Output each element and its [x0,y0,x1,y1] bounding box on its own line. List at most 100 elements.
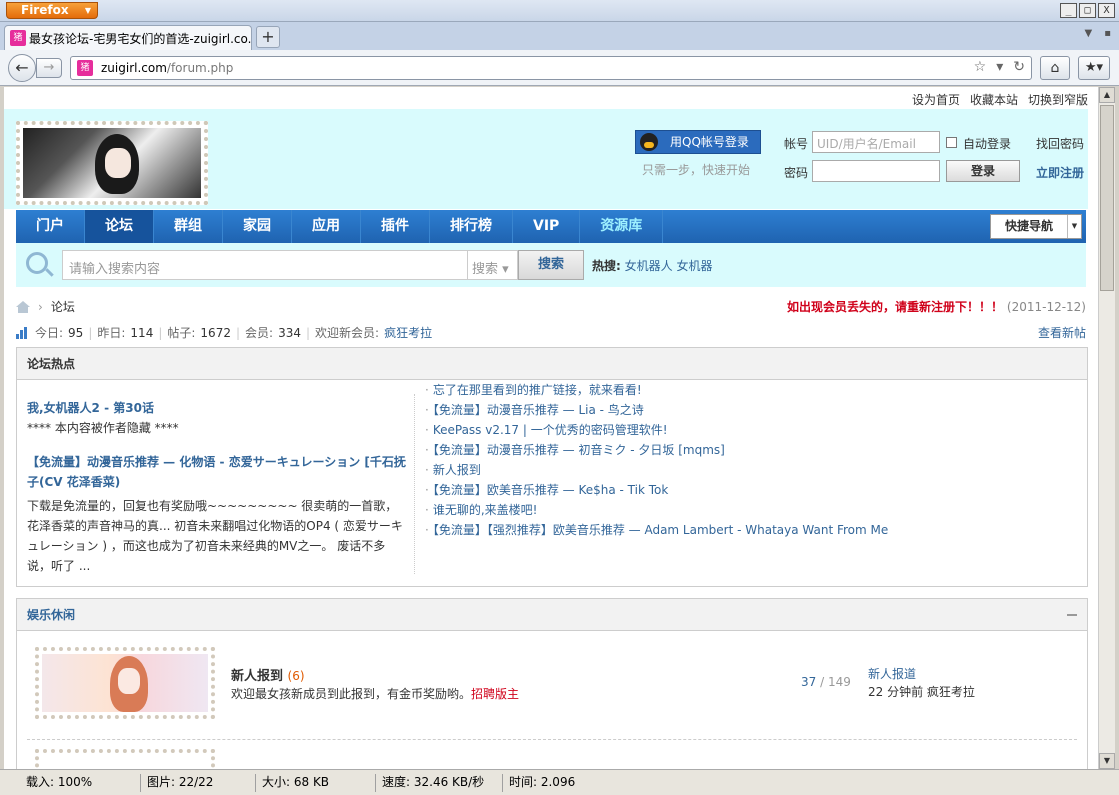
featured-title[interactable]: 我,女机器人2 - 第30话 [27,398,407,418]
stat-posts-label: 帖子: [167,326,196,340]
password-label: 密码 [784,166,809,180]
search-input[interactable]: 请输入搜索内容 [62,250,468,280]
featured-title[interactable]: 【免流量】动漫音乐推荐 — 化物语 - 恋爱サーキュレーション [千石抚子(CV… [27,452,407,492]
window-controls: _ □ X [1060,3,1115,18]
hot-topic-link[interactable]: 新人报到 [425,460,888,480]
home-icon[interactable] [16,300,30,313]
scroll-thumb[interactable] [1100,105,1114,291]
stat-members: 334 [278,325,301,340]
forum-row: 新人报到 (6) 欢迎最女孩新成员到此报到，有金币奖励哟。招聘版主 37 / 1… [17,639,1087,735]
status-speed: 速度: 32.46 KB/秒 [375,774,484,792]
hot-topics-list: 忘了在那里看到的推广链接，就来看看! 【免流量】动漫音乐推荐 — Lia - 鸟… [425,380,888,540]
window-list-icon[interactable]: ▪ [1104,28,1111,39]
nav-forum[interactable]: 论坛 [85,210,154,243]
login-button[interactable]: 登录 [946,160,1020,182]
search-type-label: 搜索 [472,262,499,277]
search-button[interactable]: 搜索 [518,250,584,280]
hot-topic-link[interactable]: 【免流量】动漫音乐推荐 — 初音ミク - 夕日坂 [mqms] [425,440,888,460]
forum-name-link[interactable]: 新人报到 [231,669,283,684]
account-input[interactable]: UID/用户名/Email [812,131,940,153]
bookmarks-icon: ★▾ [1084,60,1104,75]
hot-topic-link[interactable]: 【免流量】【强烈推荐】欧美音乐推荐 — Adam Lambert - Whata… [425,520,888,540]
forum-stats: 37 / 149 [801,675,851,689]
auto-login-checkbox[interactable] [946,137,957,148]
tab-list-icon[interactable]: ▼ [1085,28,1093,39]
stat-welcome-label: 欢迎新会员: [315,326,380,340]
hot-topic-link[interactable]: 谁无聊的,来盖楼吧! [425,500,888,520]
nav-vip[interactable]: VIP [513,210,581,243]
nav-groups[interactable]: 群组 [154,210,223,243]
site-header: 用QQ帐号登录 只需一步，快速开始 帐号 UID/用户名/Email 自动登录 … [4,109,1088,209]
browser-tab-active[interactable]: 猪 最女孩论坛-宅男宅女们的首选-zuigirl.co... [4,25,252,50]
quick-nav-label: 快捷导航 [1005,219,1054,233]
close-window-button[interactable]: X [1098,3,1115,18]
back-forward-group: → ← [8,54,64,82]
reload-icon[interactable]: ↻ [1013,59,1025,75]
status-images: 图片: 22/22 [140,774,213,792]
nav-home[interactable]: 家园 [223,210,292,243]
stat-today-label: 今日: [35,326,64,340]
featured-desc: **** 本内容被作者隐藏 **** [27,421,179,435]
vertical-scrollbar[interactable]: ▲ ▼ [1098,87,1115,769]
forum-desc-text: 欢迎最女孩新成员到此报到，有金币奖励哟。 [231,687,472,701]
new-member-link[interactable]: 疯狂考拉 [384,324,432,341]
stat-members-label: 会员: [245,326,274,340]
hot-topic-link[interactable]: KeePass v2.17 | 一个优秀的密码管理软件! [425,420,888,440]
last-post-user[interactable]: 疯狂考拉 [927,685,975,699]
dropdown-icon[interactable]: ▾ [996,59,1003,75]
maximize-button[interactable]: □ [1079,3,1096,18]
firefox-menu-button[interactable]: Firefox ▼ [6,2,98,19]
search-type-select[interactable]: 搜索 ▾ [468,250,518,280]
divider [414,394,415,574]
notice-text[interactable]: 如出现会员丢失的，请重新注册下！！！ [787,300,1003,314]
url-bar[interactable]: 猪 zuigirl.com/forum.php ☆ ▾ ↻ [70,56,1032,80]
tab-bar-right: ▼ ▪ [1085,28,1111,39]
nav-ranking[interactable]: 排行榜 [430,210,513,243]
scroll-up-icon[interactable]: ▲ [1099,87,1115,103]
forum-moderator-link[interactable]: 招聘版主 [471,687,519,701]
nav-resources[interactable]: 资源库 [580,210,664,243]
set-homepage-link[interactable]: 设为首页 [912,91,960,108]
home-button[interactable]: ⌂ [1040,56,1070,80]
window-titlebar: Firefox ▼ _ □ X [0,0,1119,22]
breadcrumb-current[interactable]: 论坛 [51,298,75,315]
qq-login-label: 用QQ帐号登录 [670,135,749,149]
url-text[interactable]: zuigirl.com/forum.php [101,61,233,75]
password-input[interactable] [812,160,940,182]
nav-apps[interactable]: 应用 [292,210,361,243]
hot-topic-link[interactable]: 忘了在那里看到的推广链接，就来看看! [425,380,888,400]
forum-thumbnail[interactable] [35,647,215,719]
forgot-password-link[interactable]: 找回密码 [1036,135,1084,152]
minimize-button[interactable]: _ [1060,3,1077,18]
site-notice: 如出现会员丢失的，请重新注册下！！！ (2011-12-12) [787,298,1086,315]
last-post-title[interactable]: 新人报道 [868,665,975,683]
logo-image [23,128,201,198]
quick-nav-button[interactable]: 快捷导航 ▼ [990,214,1082,239]
bookmark-star-icon[interactable]: ☆ [974,59,987,75]
scroll-down-icon[interactable]: ▼ [1099,753,1115,769]
collapse-icon[interactable] [1067,614,1077,616]
narrow-layout-link[interactable]: 切换到窄版 [1028,91,1088,108]
register-link[interactable]: 立即注册 [1036,164,1084,181]
account-label: 帐号 [784,137,809,151]
view-new-posts-link[interactable]: 查看新帖 [1038,324,1086,341]
nav-plugins[interactable]: 插件 [361,210,430,243]
forward-button[interactable]: → [36,58,62,78]
category-title[interactable]: 娱乐休闲 [17,599,1087,631]
forum-thumbnail[interactable] [35,749,215,769]
qq-login-button[interactable]: 用QQ帐号登录 [635,130,761,154]
hot-topic-link[interactable]: 【免流量】动漫音乐推荐 — Lia - 鸟之诗 [425,400,888,420]
firefox-menu-label: Firefox [21,3,69,17]
nav-portal[interactable]: 门户 [16,210,85,243]
hot-search-item[interactable]: 女机器 [676,259,712,273]
bookmarks-button[interactable]: ★▾ [1078,56,1110,80]
new-tab-button[interactable]: + [256,26,280,48]
back-button[interactable]: ← [8,54,36,82]
hot-topics-box: 论坛热点 我,女机器人2 - 第30话 **** 本内容被作者隐藏 **** 【… [16,347,1088,587]
bookmark-site-link[interactable]: 收藏本站 [970,91,1018,108]
site-logo[interactable] [16,121,208,205]
url-favicon-icon: 猪 [77,60,93,76]
hot-search-item[interactable]: 女机器人 [625,259,673,273]
breadcrumb: › 论坛 [16,298,75,315]
hot-topic-link[interactable]: 【免流量】欧美音乐推荐 — Ke$ha - Tik Tok [425,480,888,500]
